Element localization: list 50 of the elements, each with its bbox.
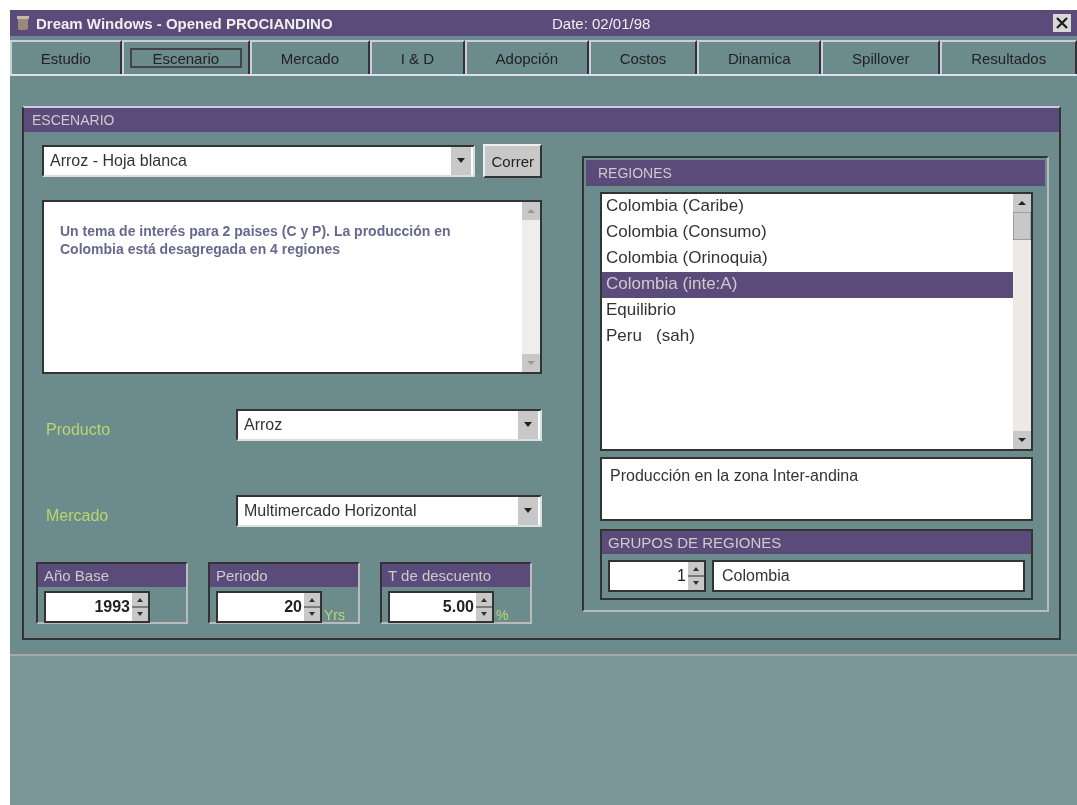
tab[interactable]: Escenario	[121, 40, 250, 74]
group-header: Periodo	[210, 564, 358, 587]
regions-listbox[interactable]: Colombia (Caribe) Colombia (Consumo) Colombia (Orinoquia) Colombia (inte:A) Equilibrio Peru (sah)	[600, 192, 1033, 452]
field-label: Producto	[45, 420, 112, 439]
group-header: REGIONES	[586, 160, 1045, 186]
scrollbar[interactable]	[1013, 194, 1031, 450]
spin-arrows-icon[interactable]	[132, 593, 148, 621]
tab[interactable]: Adopción	[464, 40, 589, 74]
tab[interactable]: Dinamica	[697, 40, 822, 74]
list-item[interactable]: Colombia (Caribe)	[602, 194, 1013, 220]
group-header: T de descuento	[382, 564, 530, 587]
list-item[interactable]: Colombia (inte:A)	[602, 272, 1013, 298]
unit-label: %	[496, 607, 509, 623]
region-description-field[interactable]: Producción en la zona Inter-andina	[600, 457, 1033, 521]
scroll-thumb[interactable]	[1013, 212, 1031, 240]
run-button[interactable]: Correr	[483, 144, 542, 178]
tab[interactable]: Costos	[588, 40, 698, 74]
list-item[interactable]: Colombia (Consumo)	[602, 220, 1013, 246]
spinner-field[interactable]: 1993	[44, 591, 150, 623]
scenario-dropdown[interactable]: Arroz - Hoja blanca	[42, 145, 476, 177]
field-label: Mercado	[45, 506, 110, 525]
dropdown[interactable]: Arroz	[236, 409, 542, 441]
tab[interactable]: I & D	[369, 40, 465, 74]
panel-header: ESCENARIO	[24, 108, 1059, 132]
scroll-down-icon[interactable]	[1013, 431, 1031, 450]
close-icon[interactable]	[1053, 14, 1071, 32]
dropdown[interactable]: Multimercado Horizontal	[236, 495, 542, 527]
spinner-field[interactable]: 1	[608, 560, 706, 592]
list-item[interactable]: Equilibrio	[602, 298, 1013, 324]
window-title: Dream Windows - Opened PROCIANDINO	[36, 14, 334, 32]
scroll-up-icon[interactable]	[1013, 194, 1031, 212]
description-textarea[interactable]: Un tema de interés para 2 paises (C y P). La producción en Colombia está desagregada en 4 regiones	[42, 200, 542, 374]
list-item[interactable]: Colombia (Orinoquia)	[602, 246, 1013, 272]
unit-label: Yrs	[324, 607, 345, 623]
list-item[interactable]: Peru (sah)	[602, 324, 1013, 350]
tab[interactable]: Estudio	[10, 40, 122, 74]
group-header: Año Base	[38, 564, 186, 587]
spin-arrows-icon[interactable]	[476, 593, 492, 621]
spin-arrows-icon[interactable]	[304, 593, 320, 621]
tab[interactable]: Resultados	[940, 40, 1077, 74]
tab[interactable]: Spillover	[821, 40, 941, 74]
spinner-field[interactable]: 5.00	[388, 591, 494, 623]
group-header: GRUPOS DE REGIONES	[602, 531, 1031, 554]
description-text: Un tema de interés para 2 paises (C y P). La producción en Colombia está desagregada en 4 regiones	[59, 222, 452, 260]
group-name-field[interactable]: Colombia	[712, 560, 1025, 592]
app-icon	[16, 15, 30, 31]
tab[interactable]: Mercado	[249, 40, 370, 74]
spinner-field[interactable]: 20	[216, 591, 322, 623]
spin-arrows-icon[interactable]	[688, 562, 704, 590]
window-date: Date: 02/01/98	[552, 14, 652, 32]
